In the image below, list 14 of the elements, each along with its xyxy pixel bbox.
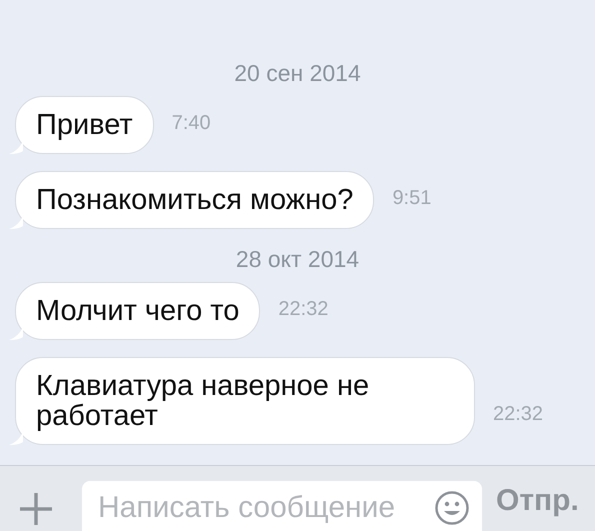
smiley-icon[interactable] bbox=[434, 490, 470, 526]
message-time: 22:32 bbox=[278, 297, 328, 322]
bubble-tail bbox=[9, 431, 23, 445]
send-button[interactable]: Отпр. bbox=[482, 478, 579, 531]
bubble-tail bbox=[9, 215, 23, 229]
plus-icon[interactable] bbox=[18, 491, 54, 527]
bubble-tail bbox=[9, 140, 23, 154]
message-time: 7:40 bbox=[172, 111, 211, 136]
date-separator: 20 сен 2014 bbox=[234, 60, 361, 86]
message-input[interactable]: Написать сообщение bbox=[82, 481, 482, 531]
date-separator: 28 окт 2014 bbox=[236, 246, 360, 272]
message-time: 9:51 bbox=[392, 186, 432, 211]
message-time: 22:32 bbox=[493, 402, 544, 427]
bubble-tail bbox=[9, 326, 23, 340]
